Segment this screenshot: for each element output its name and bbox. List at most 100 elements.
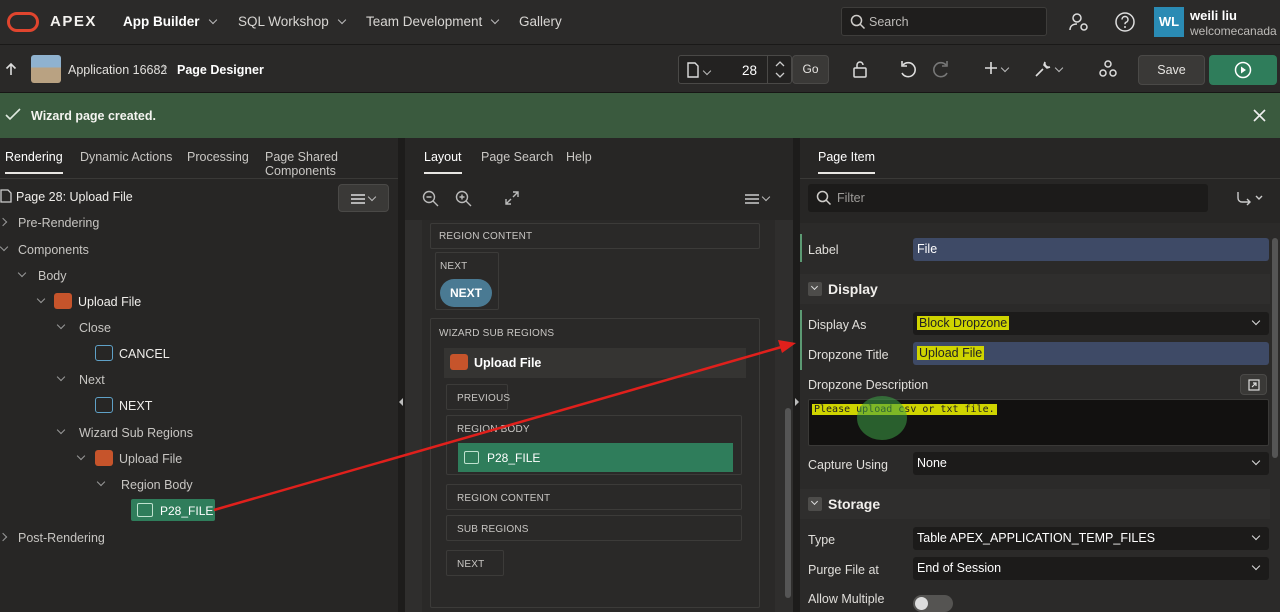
storage-section-header[interactable]: Storage	[800, 489, 1270, 519]
tree-wizard-sub-regions[interactable]: Wizard Sub Regions	[79, 426, 193, 440]
collapse-chevron-icon[interactable]	[36, 294, 46, 304]
create-menu-button[interactable]	[984, 58, 1014, 80]
tab-page-search[interactable]: Page Search	[481, 150, 553, 172]
upload-file-region-header[interactable]: Upload File	[444, 348, 746, 378]
plus-icon	[985, 62, 997, 74]
undo-icon[interactable]	[898, 59, 918, 79]
dropzone-description-textarea[interactable]: Please upload csv or txt file.	[808, 396, 1269, 446]
chevron-down-icon	[1251, 456, 1261, 466]
shared-components-icon[interactable]	[1098, 59, 1118, 79]
collapse-chevron-icon[interactable]	[17, 268, 27, 278]
tree-region-body[interactable]: Region Body	[121, 478, 193, 492]
close-icon[interactable]	[1253, 109, 1266, 122]
button-icon	[95, 345, 113, 361]
layout-next-button[interactable]: NEXT	[440, 279, 492, 307]
tree-body[interactable]: Body	[38, 269, 67, 283]
purge-file-select[interactable]: End of Session	[913, 557, 1269, 580]
user-name: weili liu	[1190, 8, 1237, 23]
zoom-out-icon[interactable]	[422, 190, 439, 207]
go-button[interactable]: Go	[792, 55, 829, 84]
tree-cancel-button[interactable]: CANCEL	[119, 347, 170, 361]
zoom-in-icon[interactable]	[455, 190, 472, 207]
tree-pre-rendering[interactable]: Pre-Rendering	[18, 216, 99, 230]
tree-menu-button[interactable]	[338, 184, 389, 212]
display-section-header[interactable]: Display	[800, 274, 1270, 304]
expand-editor-button[interactable]	[1240, 374, 1267, 395]
app-logo-text[interactable]: APEX	[50, 13, 97, 30]
tree-upload-file-subregion[interactable]: Upload File	[119, 452, 182, 466]
nav-sql-workshop[interactable]: SQL Workshop	[238, 14, 347, 29]
tab-help[interactable]: Help	[566, 150, 592, 172]
filter-input[interactable]: Filter	[808, 184, 1208, 212]
layout-p28-file-item[interactable]: P28_FILE	[458, 443, 733, 472]
collapse-chevron-icon[interactable]	[56, 372, 66, 382]
wrench-icon	[1035, 61, 1051, 77]
collapse-chevron-icon[interactable]	[96, 477, 106, 487]
display-as-label: Display As	[808, 318, 867, 332]
collapse-chevron-icon[interactable]	[76, 451, 86, 461]
chevron-down-icon	[337, 15, 347, 25]
dropzone-title-input[interactable]: Upload File	[913, 342, 1269, 365]
page-number-input[interactable]: 28	[742, 63, 757, 78]
page-stepper[interactable]	[767, 56, 791, 83]
search-box[interactable]: Search	[841, 7, 1047, 36]
workspace-name: welcomecanada	[1190, 24, 1277, 38]
left-splitter[interactable]	[398, 138, 405, 612]
expand-chevron-icon[interactable]	[0, 532, 8, 542]
search-placeholder: Search	[869, 15, 909, 29]
tree-next-button[interactable]: NEXT	[119, 399, 152, 413]
allow-multiple-toggle[interactable]	[913, 595, 953, 612]
utilities-menu-button[interactable]	[1034, 58, 1066, 80]
go-to-group-icon[interactable]	[1236, 190, 1264, 206]
layout-canvas: REGION CONTENT NEXT NEXT WIZARD SUB REGI…	[422, 220, 775, 612]
arrow-up-icon[interactable]	[5, 62, 17, 76]
tree-components[interactable]: Components	[18, 243, 89, 257]
help-icon[interactable]	[1114, 11, 1136, 33]
property-scrollbar[interactable]	[1272, 238, 1278, 458]
collapse-chevron-icon[interactable]	[0, 242, 9, 252]
lock-page-icon[interactable]	[851, 59, 869, 79]
chevron-down-icon[interactable]	[775, 72, 785, 79]
storage-type-select[interactable]: Table APEX_APPLICATION_TEMP_FILES	[913, 527, 1269, 550]
run-page-button[interactable]	[1209, 55, 1277, 85]
tab-processing[interactable]: Processing	[187, 150, 249, 172]
redo-icon[interactable]	[931, 59, 951, 79]
collapse-icon	[808, 497, 822, 511]
tree-next[interactable]: Next	[79, 373, 105, 387]
save-button[interactable]: Save	[1138, 55, 1205, 85]
chevron-up-icon[interactable]	[775, 60, 785, 67]
tree-post-rendering[interactable]: Post-Rendering	[18, 531, 105, 545]
tab-layout[interactable]: Layout	[424, 150, 462, 174]
app-thumbnail	[31, 55, 61, 83]
tab-rendering[interactable]: Rendering	[5, 150, 63, 174]
tree-p28-file-selected[interactable]: P28_FILE	[131, 499, 215, 521]
tab-page-shared-components[interactable]: Page Shared Components	[265, 150, 398, 186]
capture-using-select[interactable]: None	[913, 452, 1269, 475]
purge-file-label: Purge File at	[808, 563, 879, 577]
purge-file-value: End of Session	[917, 561, 1002, 575]
tab-page-item[interactable]: Page Item	[818, 150, 875, 174]
collapse-chevron-icon[interactable]	[56, 425, 66, 435]
nav-app-builder[interactable]: App Builder	[123, 14, 217, 29]
expand-chevron-icon[interactable]	[0, 217, 8, 227]
tree-close[interactable]: Close	[79, 321, 111, 335]
nav-gallery[interactable]: Gallery	[519, 14, 562, 29]
nav-team-development[interactable]: Team Development	[366, 14, 500, 29]
page-type-selector[interactable]: 28	[678, 55, 792, 84]
layout-scrollbar[interactable]	[785, 408, 791, 598]
display-as-select[interactable]: Block Dropzone	[913, 312, 1269, 335]
layout-menu-button[interactable]	[745, 192, 775, 206]
tree-upload-file-region[interactable]: Upload File	[78, 295, 141, 309]
oracle-logo-icon[interactable]	[7, 12, 39, 32]
user-settings-icon[interactable]	[1068, 11, 1090, 33]
breadcrumb-application[interactable]: Application 16682	[68, 63, 167, 77]
avatar[interactable]: WL	[1154, 7, 1184, 37]
storage-type-value: Table APEX_APPLICATION_TEMP_FILES	[917, 531, 1156, 545]
tab-dynamic-actions[interactable]: Dynamic Actions	[80, 150, 172, 172]
filter-placeholder: Filter	[837, 191, 865, 205]
collapse-chevron-icon[interactable]	[56, 320, 66, 330]
right-splitter[interactable]	[793, 138, 800, 612]
expand-icon[interactable]	[505, 191, 519, 205]
page-title[interactable]: Page 28: Upload File	[16, 190, 133, 204]
label-input[interactable]: File	[913, 238, 1269, 261]
